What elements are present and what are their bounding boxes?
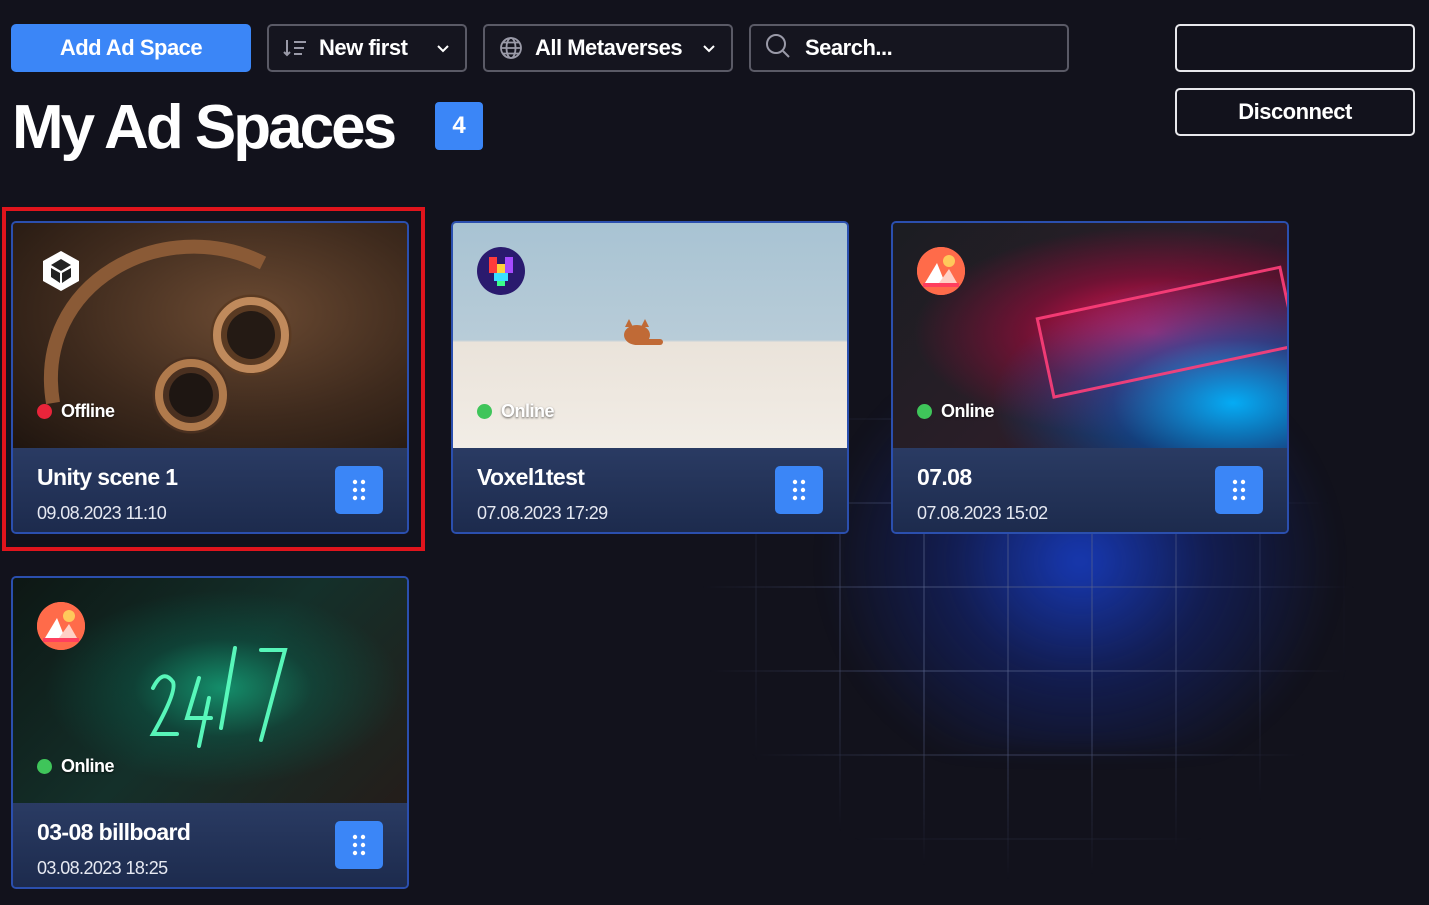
- grip-dots-icon: [1232, 479, 1246, 501]
- card-footer: 07.08 07.08.2023 15:02: [893, 448, 1287, 532]
- card-date: 09.08.2023 11:10: [37, 503, 167, 523]
- card-date: 07.08.2023 17:29: [477, 503, 608, 523]
- card-footer: 03-08 billboard 03.08.2023 18:25: [13, 803, 407, 887]
- card-menu-button[interactable]: [335, 466, 383, 514]
- search-input[interactable]: [805, 35, 1065, 61]
- add-ad-space-button[interactable]: Add Ad Space: [11, 24, 251, 72]
- card-menu-button[interactable]: [335, 821, 383, 869]
- metaverse-dropdown-label: All Metaverses: [535, 35, 683, 60]
- sort-icon: [283, 36, 307, 60]
- card-thumbnail: Online: [13, 578, 407, 803]
- status-dot: [37, 759, 52, 774]
- ad-space-card[interactable]: Online Voxel1test 07.08.2023 17:29: [451, 221, 849, 534]
- disconnect-button[interactable]: Disconnect: [1175, 88, 1415, 136]
- search-box[interactable]: [749, 24, 1069, 72]
- voxels-logo-icon: [477, 247, 525, 295]
- sort-dropdown-label: New first: [319, 35, 408, 60]
- count-badge: 4: [435, 102, 483, 150]
- status-indicator: Online: [917, 401, 995, 422]
- card-menu-button[interactable]: [1215, 466, 1263, 514]
- chevron-down-icon: [701, 40, 717, 56]
- chevron-down-icon: [435, 40, 451, 56]
- status-dot: [37, 404, 52, 419]
- globe-icon: [499, 36, 523, 60]
- card-thumbnail: Online: [893, 223, 1287, 448]
- card-title: 07.08: [917, 464, 972, 490]
- card-thumbnail: Online: [453, 223, 847, 448]
- grip-dots-icon: [352, 834, 366, 856]
- decentraland-logo-icon: [917, 247, 965, 295]
- sort-dropdown[interactable]: New first: [267, 24, 467, 72]
- card-date: 03.08.2023 18:25: [37, 858, 168, 878]
- unity-logo-icon: [37, 247, 85, 295]
- search-icon: [765, 33, 791, 64]
- status-label: Offline: [61, 401, 115, 421]
- card-title: Unity scene 1: [37, 464, 178, 490]
- ad-space-card[interactable]: Online 07.08 07.08.2023 15:02: [891, 221, 1289, 534]
- status-indicator: Online: [37, 756, 115, 777]
- card-menu-button[interactable]: [775, 466, 823, 514]
- card-thumbnail: Offline: [13, 223, 407, 448]
- status-indicator: Online: [477, 401, 555, 422]
- ad-space-card[interactable]: Offline Unity scene 1 09.08.2023 11:10: [11, 221, 409, 534]
- card-title: 03-08 billboard: [37, 819, 191, 845]
- status-dot: [477, 404, 492, 419]
- ad-space-card[interactable]: Online 03-08 billboard 03.08.2023 18:25: [11, 576, 409, 889]
- grip-dots-icon: [352, 479, 366, 501]
- decentraland-logo-icon: [37, 602, 85, 650]
- page-title: My Ad Spaces: [12, 93, 397, 162]
- card-footer: Unity scene 1 09.08.2023 11:10: [13, 448, 407, 532]
- status-indicator: Offline: [37, 401, 115, 422]
- status-dot: [917, 404, 932, 419]
- card-title: Voxel1test: [477, 464, 585, 490]
- card-date: 07.08.2023 15:02: [917, 503, 1048, 523]
- status-label: Online: [61, 756, 115, 776]
- wallet-address-box[interactable]: [1175, 24, 1415, 72]
- status-label: Online: [501, 401, 555, 421]
- grip-dots-icon: [792, 479, 806, 501]
- card-footer: Voxel1test 07.08.2023 17:29: [453, 448, 847, 532]
- metaverse-dropdown[interactable]: All Metaverses: [483, 24, 733, 72]
- status-label: Online: [941, 401, 995, 421]
